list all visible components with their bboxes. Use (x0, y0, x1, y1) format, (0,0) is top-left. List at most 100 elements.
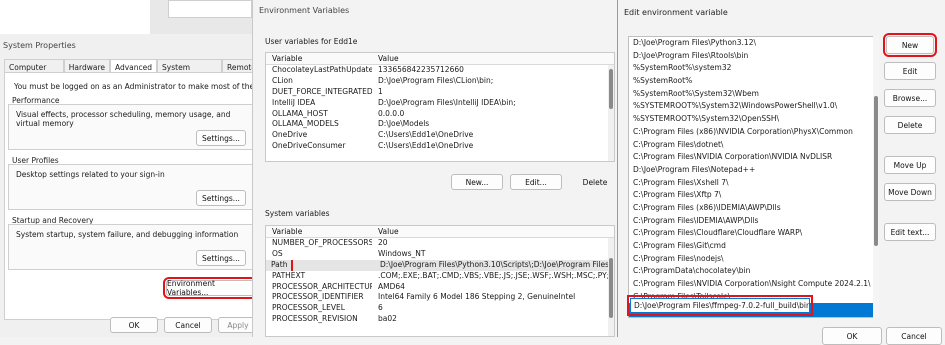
edit-button[interactable]: Edit (884, 62, 936, 80)
table-row[interactable]: PROCESSOR_IDENTIFIER Intel64 Family 6 Mod… (266, 292, 614, 303)
environment-variables-button[interactable]: Environment Variables... (163, 277, 257, 299)
cell-value: 20 (378, 238, 388, 247)
list-item[interactable]: C:\Program Files\Git\cmd (629, 240, 878, 253)
table-row[interactable]: OLLAMA_HOST 0.0.0.0 (266, 109, 614, 120)
list-item[interactable]: C:\Program Files\NVIDIA Corporation\Nsig… (629, 278, 878, 291)
delete-button[interactable]: Delete (884, 116, 936, 134)
list-item[interactable]: C:\Program Files\nodejs\ (629, 253, 878, 266)
system-variables-table: Variable Value NUMBER_OF_PROCESSORS 20 OS… (265, 225, 615, 337)
list-item[interactable]: %SystemRoot%\System32\Wbem (629, 88, 878, 101)
system-properties-window: System Properties Computer Name Hardware… (0, 0, 299, 337)
header-value[interactable]: Value (372, 226, 608, 237)
new-button[interactable]: New (883, 33, 937, 57)
header-value[interactable]: Value (372, 53, 608, 64)
cell-variable: DUET_FORCE_INTEGRATED... (272, 86, 372, 96)
table-row[interactable]: NUMBER_OF_PROCESSORS 20 (266, 238, 614, 249)
scrollbar-thumb[interactable] (609, 69, 613, 109)
table-header: Variable Value (266, 226, 614, 238)
edit-environment-variable-window: Edit environment variable D:\Joe\Program… (617, 0, 945, 345)
table-row[interactable]: OneDrive C:\Users\Edd1e\OneDrive (266, 130, 614, 141)
edit-text-button[interactable]: Edit text... (884, 223, 936, 241)
window-title: System Properties (3, 41, 76, 50)
cancel-button[interactable]: Cancel (164, 317, 212, 333)
user-edit-button[interactable]: Edit... (510, 174, 562, 190)
cell-value: 6 (378, 303, 383, 313)
cell-value: 1 (378, 86, 383, 96)
list-item[interactable]: C:\ProgramData\chocolatey\bin (629, 265, 878, 278)
table-row[interactable]: OneDriveConsumer C:\Users\Edd1e\OneDrive (266, 141, 614, 152)
cell-variable: OLLAMA_HOST (272, 108, 328, 118)
scrollbar-thumb[interactable] (609, 258, 613, 318)
list-item[interactable]: C:\Program Files (x86)\IDEMIA\AWP\Dlls (629, 202, 878, 215)
cell-variable: OneDriveConsumer (272, 141, 346, 151)
table-row[interactable]: PROCESSOR_LEVEL 6 (266, 303, 614, 314)
list-item[interactable]: D:\Joe\Program Files\Rtools\bin (629, 50, 878, 63)
cell-variable: PROCESSOR_LEVEL (272, 303, 345, 313)
cell-variable: IntelliJ IDEA (272, 97, 316, 107)
scrollbar[interactable] (608, 65, 614, 161)
header-variable[interactable]: Variable (266, 53, 372, 64)
cell-value: Windows_NT (378, 248, 426, 258)
table-row-selected[interactable]: Path D:\Joe\Program Files\Python3.10\Scri… (266, 259, 614, 271)
list-item[interactable]: C:\Program Files\dotnet\ (629, 139, 878, 152)
list-item[interactable]: C:\Program Files (x86)\NVIDIA Corporatio… (629, 126, 878, 139)
table-row[interactable]: ChocolateyLastPathUpdate 1336568422357126… (266, 65, 614, 76)
list-scrollbar[interactable] (873, 36, 879, 318)
list-item[interactable]: %SystemRoot%\system32 (629, 62, 878, 75)
window-title: Environment Variables (259, 6, 350, 15)
cell-value: C:\Users\Edd1e\OneDrive (378, 130, 474, 140)
ok-button[interactable]: OK (822, 327, 882, 345)
table-row[interactable]: OLLAMA_MODELS D:\Joe\Models (266, 119, 614, 130)
path-entry-input[interactable]: D:\Joe\Program Files\ffmpeg-7.0.2-full_b… (627, 295, 813, 316)
move-down-button[interactable]: Move Down (884, 183, 936, 201)
cell-variable: OneDrive (272, 130, 308, 140)
list-scrollbar-thumb[interactable] (874, 96, 878, 246)
performance-settings-button[interactable]: Settings... (196, 130, 246, 146)
startup-recovery-desc: System startup, system failure, and debu… (16, 230, 239, 239)
user-new-button[interactable]: New... (451, 174, 503, 190)
cell-value: D:\Joe\Program Files\Python3.10\Scripts\… (380, 259, 610, 269)
cell-value: C:\Users\Edd1e\OneDrive (378, 141, 474, 151)
list-item[interactable]: C:\Program Files\NVIDIA Corporation\NVID… (629, 151, 878, 164)
list-item[interactable]: C:\Program Files\Xshell 7\ (629, 177, 878, 190)
list-item[interactable]: %SystemRoot% (629, 75, 878, 88)
table-header: Variable Value (266, 53, 614, 65)
background-frame (168, 0, 252, 18)
table-row[interactable]: IntelliJ IDEA D:\Joe\Program Files\Intell… (266, 98, 614, 109)
move-up-button[interactable]: Move Up (884, 156, 936, 174)
table-row[interactable]: PROCESSOR_ARCHITECTURE AMD64 (266, 282, 614, 293)
environment-variables-window: Environment Variables User variables for… (252, 0, 618, 337)
user-profiles-settings-button[interactable]: Settings... (196, 190, 246, 206)
ok-button[interactable]: OK (110, 317, 158, 333)
list-item[interactable]: C:\Program Files\Xftp 7\ (629, 189, 878, 202)
list-item[interactable]: C:\Program Files\IDEMIA\AWP\Dlls (629, 215, 878, 228)
cell-value: Intel64 Family 6 Model 186 Stepping 2, G… (378, 292, 576, 302)
list-item[interactable]: %SYSTEMROOT%\System32\OpenSSH\ (629, 113, 878, 126)
cell-value: 133656842235712660 (378, 65, 464, 74)
table-row[interactable]: OS Windows_NT (266, 249, 614, 260)
background-window-area (0, 0, 150, 34)
cancel-button[interactable]: Cancel (886, 327, 942, 345)
user-delete-button[interactable]: Delete (569, 174, 621, 190)
cell-variable: ChocolateyLastPathUpdate (272, 65, 372, 74)
startup-recovery-settings-button[interactable]: Settings... (196, 250, 246, 266)
list-item[interactable]: C:\Program Files\Cloudflare\Cloudflare W… (629, 227, 878, 240)
table-row[interactable]: CLion D:\Joe\Program Files\CLion\bin; (266, 76, 614, 87)
cell-variable: OS (272, 248, 283, 258)
cell-variable: OLLAMA_MODELS (272, 119, 339, 129)
table-row[interactable]: PROCESSOR_REVISION ba02 (266, 314, 614, 325)
table-row[interactable]: DUET_FORCE_INTEGRATED... 1 (266, 87, 614, 98)
user-variables-label: User variables for Edd1e (265, 37, 358, 46)
list-item[interactable]: %SYSTEMROOT%\System32\WindowsPowerShell\… (629, 100, 878, 113)
browse-button[interactable]: Browse... (884, 89, 936, 107)
window-title: Edit environment variable (624, 8, 728, 17)
scrollbar[interactable] (608, 238, 614, 336)
cell-variable: NUMBER_OF_PROCESSORS (272, 238, 372, 247)
header-variable[interactable]: Variable (266, 226, 372, 237)
user-variables-table: Variable Value ChocolateyLastPathUpdate 1… (265, 52, 615, 162)
path-entries-list: D:\Joe\Program Files\Python3.12\ D:\Joe\… (628, 36, 879, 318)
list-item[interactable]: D:\Joe\Program Files\Notepad++ (629, 164, 878, 177)
performance-desc: Visual effects, processor scheduling, me… (16, 110, 231, 128)
table-row[interactable]: PATHEXT .COM;.EXE;.BAT;.CMD;.VBS;.VBE;.JS… (266, 271, 614, 282)
list-item[interactable]: D:\Joe\Program Files\Python3.12\ (629, 37, 878, 50)
